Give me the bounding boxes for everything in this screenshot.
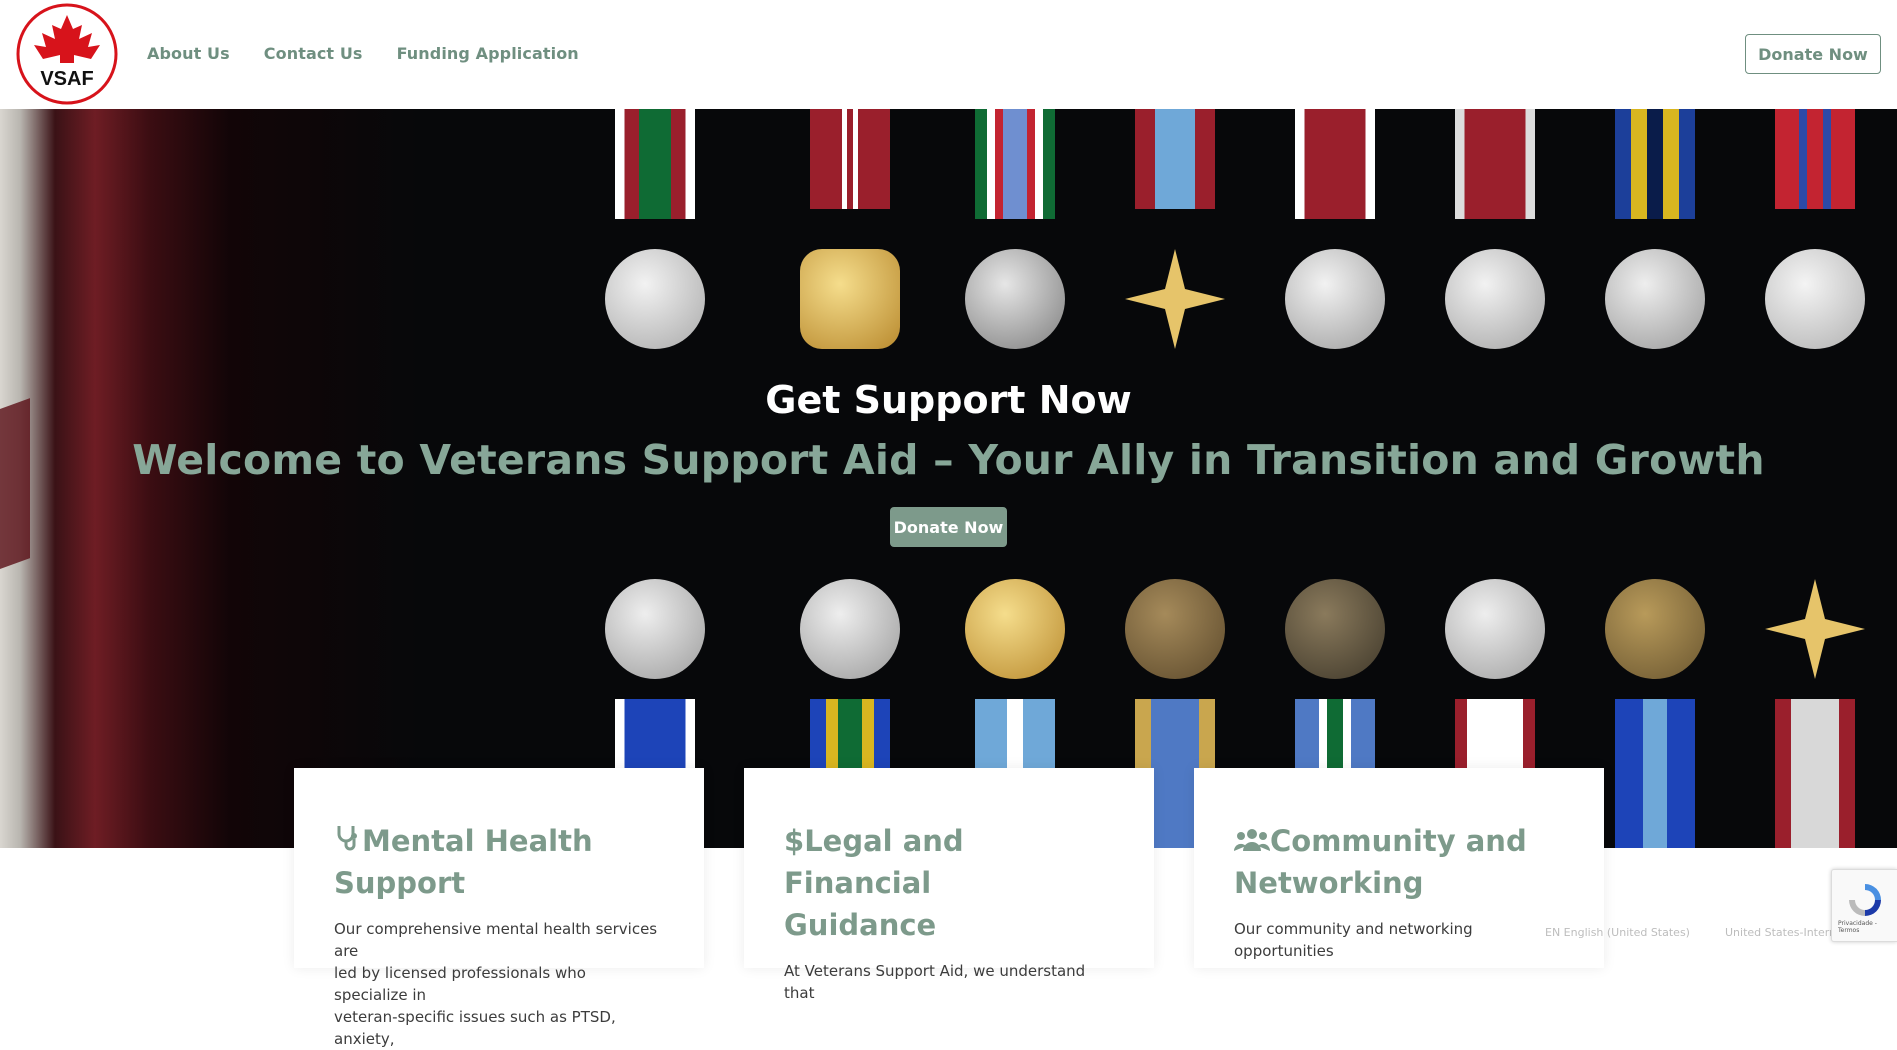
card-legal-financial: $Legal and Financial Guidance At Veteran… [744, 768, 1154, 1002]
hero-title: Get Support Now [765, 378, 1132, 422]
maple-leaf-shape [0, 398, 30, 580]
card-title: Community and Networking [1233, 820, 1564, 904]
users-icon [1233, 820, 1271, 862]
recaptcha-badge[interactable]: Privacidade - Termos [1831, 869, 1897, 942]
nav-about-us[interactable]: About Us [147, 44, 230, 63]
dollar-icon: $ [784, 824, 805, 858]
recaptcha-links[interactable]: Privacidade - Termos [1838, 920, 1897, 934]
medals-top-row [600, 109, 1897, 409]
donate-now-button-header[interactable]: Donate Now [1745, 34, 1881, 74]
card-text: At Veterans Support Aid, we understand t… [784, 962, 1086, 1002]
stethoscope-icon [334, 820, 362, 862]
card-mental-health: Mental Health Support Our comprehensive … [294, 768, 704, 1048]
hero-section: Get Support Now Welcome to Veterans Supp… [0, 109, 1897, 848]
svg-text:VSAF: VSAF [40, 68, 93, 90]
card-title: Mental Health Support [334, 820, 664, 904]
language-indicator-left: EN English (United States) [1545, 926, 1690, 939]
site-header: VSAF About Us Contact Us Funding Applica… [0, 0, 1897, 109]
main-nav: About Us Contact Us Funding Application [147, 44, 579, 63]
vsaf-logo[interactable]: VSAF [16, 3, 118, 105]
card-text: Our comprehensive mental health services… [334, 920, 658, 1048]
card-title: $Legal and Financial Guidance [784, 820, 1114, 946]
card-community-networking: Community and Networking Our community a… [1194, 768, 1604, 968]
hero-subtitle: Welcome to Veterans Support Aid – Your A… [132, 436, 1765, 484]
donate-now-button-hero[interactable]: Donate Now [890, 507, 1007, 547]
nav-contact-us[interactable]: Contact Us [264, 44, 363, 63]
nav-funding-application[interactable]: Funding Application [397, 44, 579, 63]
recaptcha-icon [1849, 884, 1881, 916]
card-text: Our community and networking opportuniti… [1234, 920, 1473, 960]
